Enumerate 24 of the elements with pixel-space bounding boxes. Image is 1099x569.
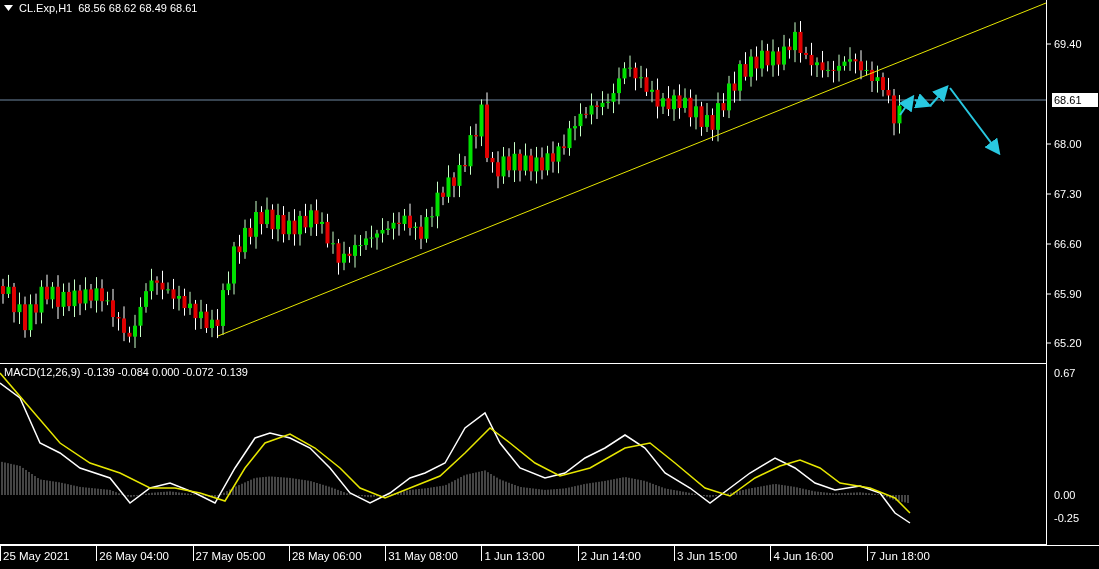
time-axis-label: 25 May 2021 bbox=[0, 546, 97, 561]
time-axis-label: 26 May 04:00 bbox=[96, 546, 193, 561]
current-price-tag: 68.61 bbox=[1052, 93, 1098, 107]
time-axis-label: 1 Jun 13:00 bbox=[481, 546, 578, 561]
time-axis-label: 31 May 08:00 bbox=[385, 546, 482, 561]
price-axis-label: 65.90 bbox=[1054, 288, 1082, 300]
dropdown-triangle-icon[interactable] bbox=[4, 5, 13, 11]
price-axis-label: 68.00 bbox=[1054, 138, 1082, 150]
ohlc-values: 68.56 68.62 68.49 68.61 bbox=[78, 2, 198, 14]
time-axis-label: 2 Jun 14:00 bbox=[577, 546, 675, 561]
price-axis-label: 67.30 bbox=[1054, 188, 1082, 200]
symbol-label: CL.Exp,H1 bbox=[19, 2, 73, 14]
time-axis-label: 3 Jun 15:00 bbox=[674, 546, 771, 561]
price-axis-label: 65.20 bbox=[1054, 337, 1082, 349]
price-axis-label: 69.40 bbox=[1054, 38, 1082, 50]
macd-axis-label: 0.00 bbox=[1054, 489, 1076, 501]
macd-label: MACD(12,26,9) -0.139 -0.084 0.000 -0.072 -0.139 bbox=[4, 366, 248, 378]
macd-axis-label: 0.67 bbox=[1054, 367, 1076, 379]
price-axis-label: 66.60 bbox=[1054, 238, 1082, 250]
time-axis-label: 27 May 05:00 bbox=[192, 546, 289, 561]
time-axis-label: 28 May 06:00 bbox=[288, 546, 386, 561]
time-axis-label: 4 Jun 16:00 bbox=[770, 546, 867, 561]
time-axis-label: 7 Jun 18:00 bbox=[866, 546, 963, 561]
macd-axis-label: -0.25 bbox=[1054, 512, 1080, 524]
